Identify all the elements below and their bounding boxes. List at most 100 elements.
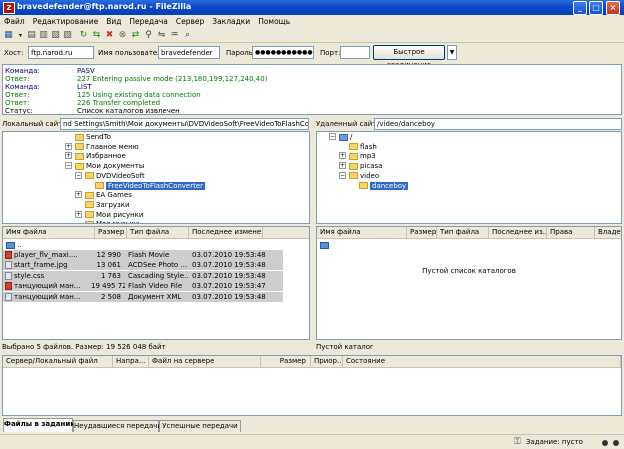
- queue-col-status[interactable]: Состояние: [343, 356, 621, 368]
- remote-col-owner[interactable]: Владел: [595, 227, 621, 239]
- queue-tabs: Файлы в задании Неудавшиеся передачи Усп…: [0, 418, 624, 432]
- local-file-row[interactable]: start_frame.jpg 13 061 ACDSee Photo ... 03.…: [3, 260, 283, 271]
- local-tree-node[interactable]: + Избранное: [65, 151, 126, 161]
- file-type: ACDSee Photo ...: [125, 260, 189, 271]
- expand-icon[interactable]: +: [75, 210, 82, 218]
- remote-tree-node[interactable]: + mp3: [339, 151, 376, 161]
- local-tree-node[interactable]: − Мои документы: [65, 161, 144, 171]
- expand-icon[interactable]: +: [75, 191, 82, 199]
- expand-icon[interactable]: +: [65, 152, 72, 160]
- quickconnect-history-dropdown[interactable]: ▼: [447, 45, 457, 60]
- local-col-size[interactable]: Размер: [95, 227, 127, 239]
- maximize-button[interactable]: □: [589, 1, 603, 15]
- remote-tree-node[interactable]: + picasa: [339, 161, 382, 171]
- remote-tree-node[interactable]: − video: [339, 171, 379, 181]
- toggle-queue-icon[interactable]: ▨: [62, 30, 73, 41]
- remote-tree-node[interactable]: danceboy: [359, 181, 409, 191]
- menu-help[interactable]: Помощь: [254, 15, 294, 26]
- title-bar[interactable]: Z bravedefender@ftp.narod.ru - FileZilla…: [0, 0, 624, 15]
- log-entry-text: Список каталогов извлечен: [77, 107, 180, 115]
- expand-icon[interactable]: +: [65, 142, 72, 150]
- directory-comparison-icon[interactable]: ♒: [169, 30, 180, 41]
- local-tree-node[interactable]: − DVDVideoSoft: [75, 171, 145, 181]
- local-tree-node[interactable]: + Мои рисунки: [75, 210, 143, 220]
- local-file-row[interactable]: style.css 1 763 Cascading Style... 03.07.20…: [3, 270, 283, 281]
- message-log[interactable]: Команда: PASV Ответ: 227 Entering passive m…: [2, 64, 622, 115]
- local-file-row[interactable]: танцующий ман... 2 508 Документ XML 03.07.2…: [3, 291, 283, 302]
- tree-node-label: EA Games: [96, 191, 132, 200]
- local-tree-node[interactable]: SendTo: [75, 132, 111, 142]
- menu-view[interactable]: Вид: [102, 15, 125, 26]
- menu-transfer[interactable]: Передача: [125, 15, 171, 26]
- menu-file[interactable]: Файл: [0, 15, 29, 26]
- local-tree-node[interactable]: + Главное меню: [65, 142, 139, 152]
- queue-col-remote-file[interactable]: Файл на сервере: [149, 356, 261, 368]
- host-label: Хост:: [4, 49, 24, 57]
- menu-server[interactable]: Сервер: [172, 15, 208, 26]
- cancel-operation-icon[interactable]: ✖: [104, 30, 115, 41]
- remote-col-type[interactable]: Тип файла: [437, 227, 489, 239]
- tab-successful-transfers[interactable]: Успешные передачи: [159, 420, 241, 432]
- remote-tree-node[interactable]: − /: [329, 132, 352, 142]
- local-tree-node[interactable]: Загрузки: [85, 200, 130, 210]
- expand-icon[interactable]: +: [339, 152, 346, 160]
- remote-path-input[interactable]: /video/danceboy: [374, 118, 622, 130]
- menu-edit[interactable]: Редактирование: [29, 15, 102, 26]
- tab-failed-transfers[interactable]: Неудавшиеся передачи: [73, 420, 162, 432]
- queue-col-direction[interactable]: Напра...: [113, 356, 149, 368]
- tree-node-label: Главное меню: [86, 142, 139, 151]
- remote-directory-tree[interactable]: − / flash + mp3 + picasa − video danceboy: [316, 131, 622, 224]
- synchronized-browsing-icon[interactable]: ⇋: [156, 30, 167, 41]
- menu-bookmarks[interactable]: Закладки: [208, 15, 254, 26]
- reconnect-icon[interactable]: ⇄: [130, 30, 141, 41]
- refresh-icon[interactable]: ↻: [78, 30, 89, 41]
- remote-col-size[interactable]: Размер: [407, 227, 437, 239]
- toggle-log-icon[interactable]: ▤: [26, 30, 37, 41]
- remote-col-permissions[interactable]: Права: [547, 227, 595, 239]
- local-col-modified[interactable]: Последнее измене...: [189, 227, 263, 239]
- expand-icon[interactable]: +: [339, 162, 346, 170]
- file-modified: 03.07.2010 19:53:48: [189, 270, 283, 281]
- local-file-row[interactable]: танцующий ман... 19 495 726Flash Video Fi…: [3, 281, 283, 292]
- remote-col-modified[interactable]: Последнее из...: [489, 227, 547, 239]
- local-tree-node[interactable]: FreeVideoToFlashConverter: [95, 181, 206, 191]
- process-queue-icon[interactable]: ⇆: [91, 30, 102, 41]
- port-input[interactable]: [340, 46, 370, 59]
- directory-listing-filters-icon[interactable]: ⚲: [143, 30, 154, 41]
- collapse-icon[interactable]: −: [329, 133, 336, 140]
- search-remote-files-icon[interactable]: ⌕: [182, 30, 193, 41]
- transfer-queue[interactable]: Сервер/Локальный файл Напра... Файл на с…: [2, 355, 622, 416]
- remote-tree-node[interactable]: flash: [349, 142, 377, 152]
- queue-col-size[interactable]: Размер: [261, 356, 311, 368]
- collapse-icon[interactable]: −: [339, 171, 346, 179]
- close-button[interactable]: ×: [606, 1, 620, 15]
- site-manager-icon[interactable]: ▦: [3, 30, 14, 41]
- file-icon: [5, 282, 12, 291]
- site-manager-dropdown-icon[interactable]: ▾: [15, 30, 26, 41]
- username-input[interactable]: bravedefender: [158, 46, 220, 59]
- collapse-icon[interactable]: −: [65, 162, 72, 170]
- remote-file-list[interactable]: Имя файла Размер Тип файла Последнее из.…: [316, 226, 622, 340]
- host-input[interactable]: ftp.narod.ru: [28, 46, 94, 59]
- tree-node-label: Загрузки: [96, 200, 130, 209]
- disconnect-icon[interactable]: ⊗: [117, 30, 128, 41]
- queue-col-server-local[interactable]: Сервер/Локальный файл: [3, 356, 113, 368]
- local-tree-node[interactable]: Моя музыка: [85, 219, 140, 223]
- local-tree-node[interactable]: + EA Games: [75, 190, 132, 200]
- toggle-local-tree-icon[interactable]: ▥: [38, 30, 49, 41]
- local-file-row[interactable]: player_flv_maxi.... 12 990 Flash Movie 03.0…: [3, 250, 283, 260]
- collapse-icon[interactable]: −: [75, 171, 82, 179]
- queue-col-priority[interactable]: Приор...: [311, 356, 343, 368]
- quickconnect-button[interactable]: Быстрое соединение: [373, 45, 445, 69]
- local-col-name[interactable]: Имя файла: [3, 227, 95, 239]
- toggle-remote-tree-icon[interactable]: ▧: [50, 30, 61, 41]
- password-input[interactable]: ●●●●●●●●●●●●●: [252, 46, 314, 59]
- remote-col-name[interactable]: Имя файла: [317, 227, 407, 239]
- local-file-list[interactable]: Имя файла Размер Тип файла Последнее изм…: [2, 226, 310, 340]
- local-path-input[interactable]: nd Settings\Smith\Мои документы\DVDVideo…: [60, 118, 309, 130]
- folder-icon: [339, 133, 348, 141]
- tab-queued-files[interactable]: Файлы в задании: [3, 418, 75, 432]
- local-directory-tree[interactable]: SendTo + Главное меню + Избранное − Мои докуме…: [2, 131, 310, 224]
- local-col-type[interactable]: Тип файла: [127, 227, 189, 239]
- minimize-button[interactable]: _: [573, 1, 587, 15]
